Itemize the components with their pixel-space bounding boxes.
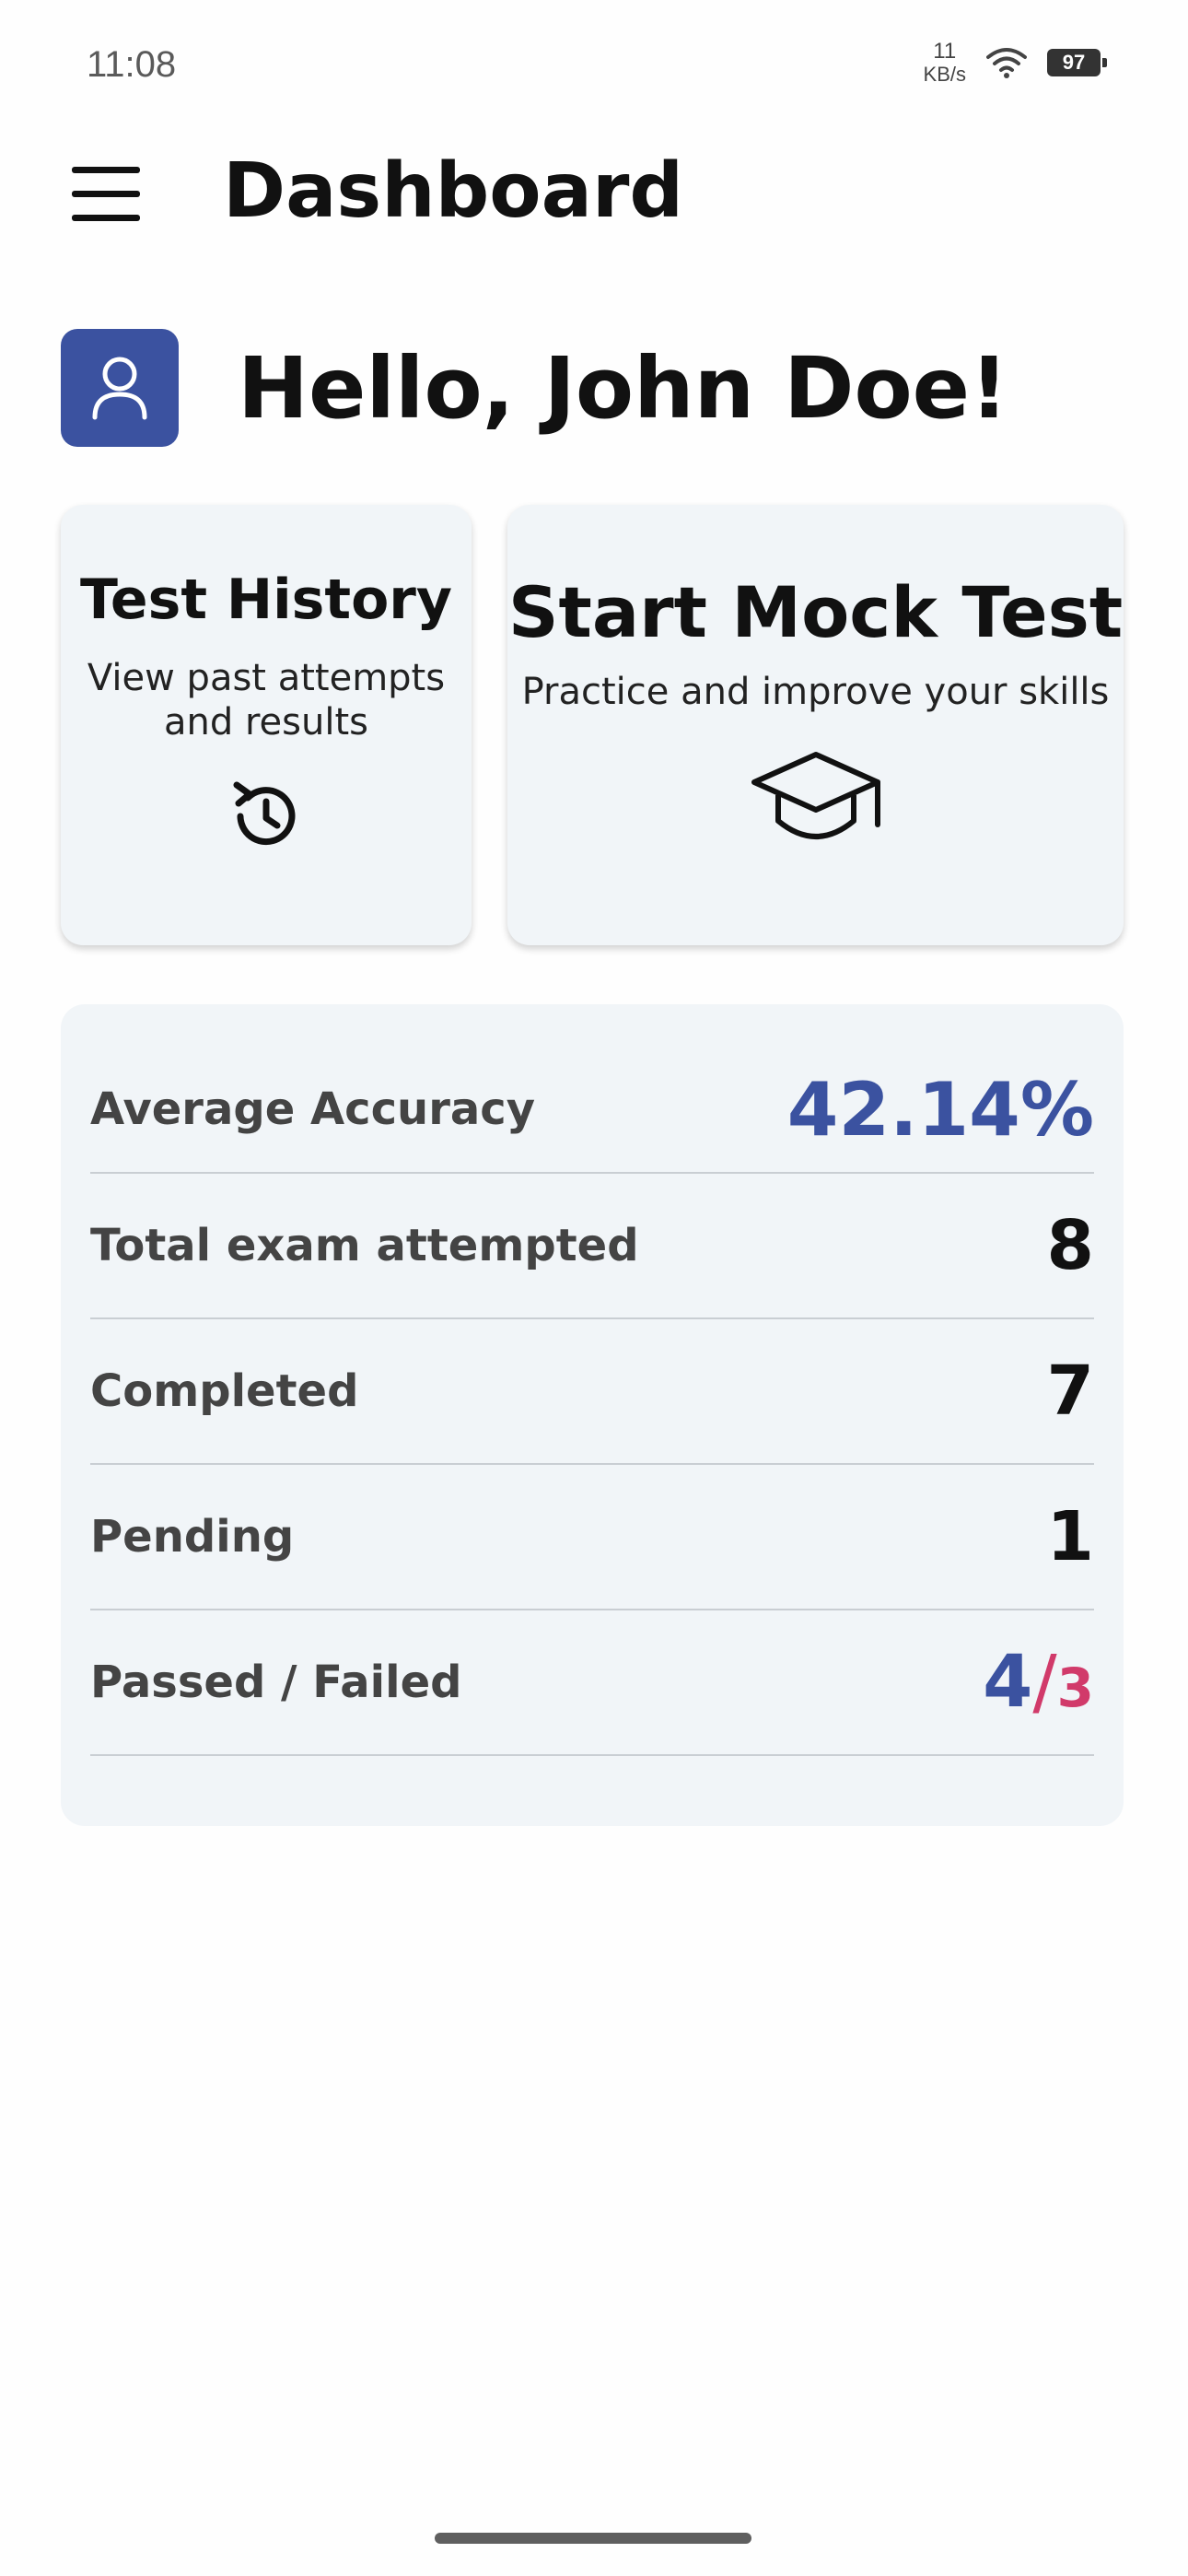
greeting: Hello, John Doe! [61, 329, 1008, 447]
test-history-card[interactable]: Test History View past attempts and resu… [61, 505, 472, 945]
status-bar: 11:08 11 KB/s 97 [0, 0, 1188, 138]
network-speed: 11 KB/s [924, 41, 966, 85]
passed-failed-separator: / [1032, 1641, 1057, 1724]
history-icon [61, 776, 472, 857]
app-bar: Dashboard [0, 138, 1188, 249]
failed-count: 3 [1056, 1657, 1094, 1719]
menu-bar-line [72, 190, 140, 197]
status-icons: 11 KB/s 97 [924, 41, 1107, 85]
stat-row-completed: Completed 7 [90, 1319, 1094, 1465]
hamburger-menu-icon[interactable] [72, 158, 142, 228]
passed-count: 4 [983, 1641, 1033, 1724]
start-mock-test-card[interactable]: Start Mock Test Practice and improve you… [507, 505, 1124, 945]
start-mock-test-title: Start Mock Test [507, 571, 1124, 653]
stats-panel: Average Accuracy 42.14% Total exam attem… [61, 1004, 1124, 1826]
status-time: 11:08 [87, 44, 177, 85]
network-speed-value: 11 [933, 39, 957, 64]
network-speed-unit: KB/s [923, 63, 966, 86]
start-mock-test-description: Practice and improve your skills [521, 671, 1110, 713]
test-history-description: View past attempts and results [87, 657, 446, 744]
wifi-icon [986, 46, 1027, 79]
completed-label: Completed [90, 1365, 359, 1417]
average-accuracy-value: 42.14% [786, 1066, 1094, 1153]
menu-bar-line [72, 166, 140, 173]
greeting-text: Hello, John Doe! [238, 338, 1009, 438]
home-indicator[interactable] [435, 2533, 751, 2544]
page-title: Dashboard [223, 147, 684, 235]
total-attempted-value: 8 [1046, 1206, 1095, 1285]
total-attempted-label: Total exam attempted [90, 1220, 639, 1271]
completed-value: 7 [1046, 1352, 1095, 1431]
stat-row-total-attempted: Total exam attempted 8 [90, 1174, 1094, 1319]
stat-row-passed-failed: Passed / Failed 4/3 [90, 1610, 1094, 1756]
test-history-title: Test History [79, 568, 453, 632]
stat-row-average-accuracy: Average Accuracy 42.14% [90, 1047, 1094, 1174]
user-icon [92, 357, 147, 420]
avatar[interactable] [61, 329, 179, 447]
average-accuracy-label: Average Accuracy [90, 1083, 535, 1135]
battery-level: 97 [1062, 51, 1086, 74]
passed-failed-label: Passed / Failed [90, 1657, 462, 1708]
graduation-cap-icon [507, 751, 1124, 847]
passed-failed-value: 4/3 [983, 1641, 1094, 1724]
pending-value: 1 [1046, 1497, 1095, 1576]
battery-icon: 97 [1047, 49, 1107, 76]
stat-row-pending: Pending 1 [90, 1465, 1094, 1610]
menu-bar-line [72, 214, 140, 221]
pending-label: Pending [90, 1511, 295, 1563]
